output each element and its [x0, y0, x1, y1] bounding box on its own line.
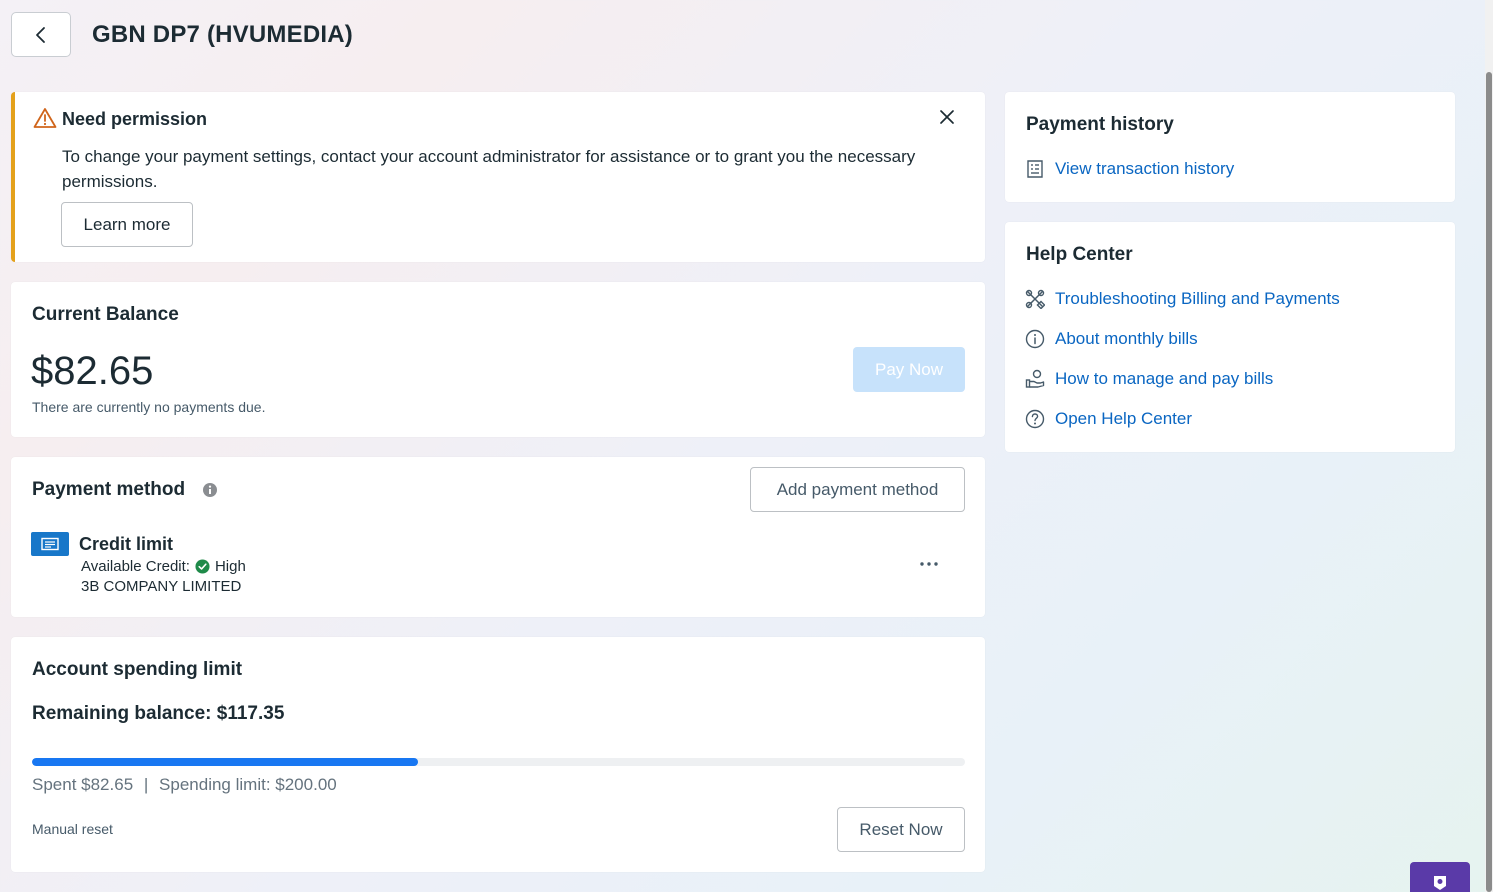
close-icon[interactable] [939, 109, 955, 125]
payment-method-card: Payment method Add payment method Credit… [11, 457, 985, 617]
spending-limit-title: Account spending limit [32, 659, 243, 680]
summary-separator: | [143, 775, 149, 794]
hand-coins-icon [1025, 369, 1045, 389]
tools-icon [1025, 289, 1045, 309]
spent-summary: Spent $82.65 | Spending limit: $200.00 [32, 775, 337, 795]
payment-history-title: Payment history [1026, 114, 1174, 135]
credit-limit-icon [31, 532, 69, 556]
available-credit-label: Available Credit: [81, 558, 190, 575]
banner-title: Need permission [62, 109, 208, 129]
balance-note: There are currently no payments due. [32, 399, 266, 415]
reset-now-button[interactable]: Reset Now [837, 807, 965, 852]
check-circle-icon [195, 559, 210, 574]
help-center-title: Help Center [1026, 244, 1133, 265]
spending-limit-amount: Spending limit: $200.00 [159, 775, 337, 794]
help-link-manage-pay[interactable]: How to manage and pay bills [1025, 369, 1273, 389]
help-link-label: How to manage and pay bills [1055, 369, 1274, 388]
reset-type: Manual reset [32, 821, 113, 837]
more-options-icon[interactable] [918, 554, 940, 574]
chevron-left-icon [36, 26, 45, 43]
payment-history-card: Payment history View transaction history [1005, 92, 1455, 202]
available-credit-value: High [214, 558, 246, 575]
help-link-troubleshooting[interactable]: Troubleshooting Billing and Payments [1025, 289, 1340, 309]
support-chat-button[interactable] [1410, 862, 1470, 892]
help-link-label: About monthly bills [1055, 329, 1198, 348]
payment-method-name: Credit limit [79, 534, 174, 554]
current-balance-title: Current Balance [32, 304, 179, 325]
payment-method-title: Payment method [32, 479, 186, 500]
available-credit-line: Available Credit: High [81, 558, 246, 575]
help-center-card: Help Center Troubleshooting Billing and … [1005, 222, 1455, 452]
warning-icon [33, 108, 57, 128]
permission-banner: Need permission To change your payment s… [11, 92, 985, 262]
spending-progress-fill [32, 758, 418, 766]
help-link-label: Open Help Center [1055, 409, 1193, 428]
view-transaction-history-label: View transaction history [1055, 159, 1235, 178]
current-balance-card: Current Balance $82.65 There are current… [11, 282, 985, 437]
scrollbar-thumb[interactable] [1486, 72, 1492, 892]
balance-amount: $82.65 [31, 349, 154, 393]
payment-method-company: 3B COMPANY LIMITED [81, 578, 242, 595]
banner-body: To change your payment settings, contact… [62, 147, 916, 191]
question-icon [1025, 409, 1045, 429]
spending-progress-bar [32, 758, 965, 766]
spent-amount: Spent $82.65 [32, 775, 134, 794]
spending-limit-card: Account spending limit Remaining balance… [11, 637, 985, 872]
page-title: GBN DP7 (HVUMEDIA) [92, 20, 353, 48]
support-icon [1434, 876, 1446, 890]
help-link-open-help-center[interactable]: Open Help Center [1025, 409, 1192, 429]
remaining-balance: Remaining balance: $117.35 [32, 703, 285, 724]
learn-more-button[interactable]: Learn more [61, 202, 193, 247]
page-header: GBN DP7 (HVUMEDIA) [11, 12, 353, 57]
back-button[interactable] [11, 12, 71, 57]
receipt-icon [1025, 159, 1045, 179]
add-payment-method-button[interactable]: Add payment method [750, 467, 965, 512]
pay-now-button[interactable]: Pay Now [853, 347, 965, 392]
help-link-monthly-bills[interactable]: About monthly bills [1025, 329, 1198, 349]
view-transaction-history-link[interactable]: View transaction history [1025, 159, 1234, 179]
info-circle-icon [1025, 329, 1045, 349]
info-icon[interactable] [202, 482, 218, 498]
help-link-label: Troubleshooting Billing and Payments [1055, 289, 1340, 308]
scrollbar-track[interactable] [1485, 0, 1493, 892]
